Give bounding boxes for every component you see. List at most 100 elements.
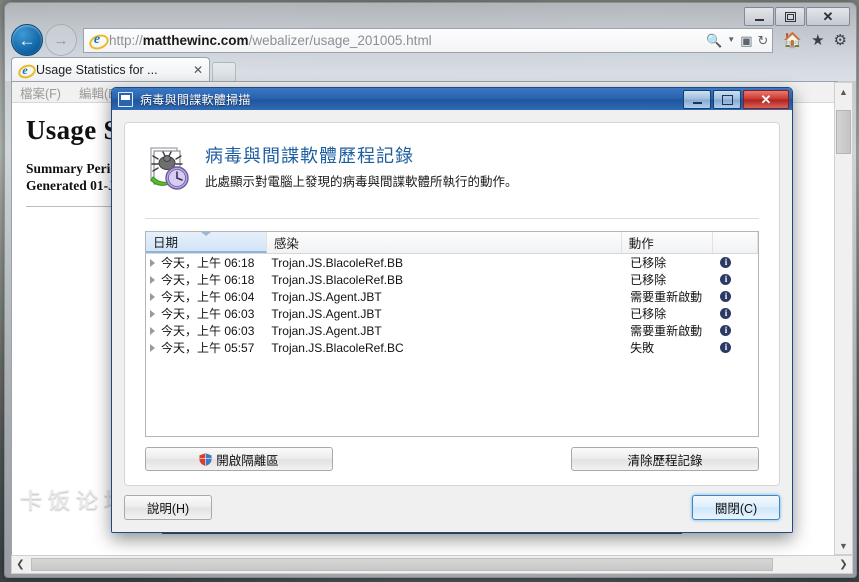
info-icon[interactable]: i	[720, 274, 732, 285]
address-bar-row: ← → e http://matthewinc.com/webalizer/us…	[5, 23, 856, 57]
help-button[interactable]: 說明(H)	[124, 495, 212, 520]
cell-date-label: 今天，上午 06:03	[161, 307, 255, 321]
cell-action: 已移除	[630, 307, 667, 321]
listview-rows: 今天，上午 06:18 Trojan.JS.BlacoleRef.BB 已移除 i 今天…	[146, 254, 758, 356]
expand-triangle-icon[interactable]	[150, 292, 155, 301]
expand-triangle-icon[interactable]	[150, 258, 155, 267]
minimize-icon	[692, 101, 702, 104]
forward-arrow-icon: →	[53, 31, 69, 49]
cell-infection: Trojan.JS.Agent.JBT	[271, 289, 382, 304]
dialog-minimize-button[interactable]	[683, 90, 711, 109]
back-button[interactable]: ←	[11, 24, 43, 56]
close-icon: ✕	[822, 9, 834, 24]
new-tab-button[interactable]	[212, 62, 236, 81]
cell-date: 今天，上午 06:18	[146, 271, 264, 288]
tab-favicon-icon: e	[16, 61, 38, 81]
compatibility-view-icon[interactable]: ▣	[740, 34, 752, 47]
tab-close-icon[interactable]: ✕	[193, 63, 203, 77]
browser-toolbar-icons: 🏠 ★ ⚙	[773, 33, 856, 48]
address-url-text: http://matthewinc.com/webalizer/usage_20…	[109, 32, 432, 48]
ie-logo-icon: e	[87, 32, 111, 52]
expand-triangle-icon[interactable]	[150, 309, 155, 318]
cell-date-label: 今天，上午 06:18	[161, 256, 255, 270]
column-header-info[interactable]	[713, 232, 758, 253]
open-quarantine-button[interactable]: 開啟隔離區	[145, 447, 333, 471]
search-icon[interactable]: 🔍	[706, 34, 722, 47]
panel-header: 病毒與間諜軟體歷程記錄 此處顯示對電腦上發現的病毒與間諜軟體所執行的動作。	[125, 123, 779, 191]
minimize-button[interactable]	[744, 7, 774, 26]
scroll-down-button[interactable]: ▼	[835, 537, 852, 554]
maximize-icon	[784, 11, 796, 22]
history-listview[interactable]: 日期 感染 動作 今天，上午 06:18 Trojan.JS.BlacoleRef…	[145, 231, 759, 437]
cell-action: 已移除	[630, 256, 667, 270]
info-icon[interactable]: i	[720, 325, 732, 336]
info-icon[interactable]: i	[720, 257, 732, 268]
maximize-button[interactable]	[775, 7, 805, 26]
star-icon[interactable]: ★	[811, 33, 824, 48]
horizontal-scroll-track[interactable]	[29, 557, 835, 572]
chevron-left-icon: ❮	[16, 559, 25, 570]
table-row[interactable]: 今天，上午 06:03 Trojan.JS.Agent.JBT 已移除 i	[146, 305, 758, 322]
table-row[interactable]: 今天，上午 06:18 Trojan.JS.BlacoleRef.BB 已移除 i	[146, 254, 758, 271]
address-bar-icons: 🔍 ▼ ▣ ↻	[706, 34, 768, 47]
address-input[interactable]: e http://matthewinc.com/webalizer/usage_…	[83, 27, 774, 53]
column-header-infection[interactable]: 感染	[267, 232, 622, 253]
table-row[interactable]: 今天，上午 06:03 Trojan.JS.Agent.JBT 需要重新啟動 i	[146, 322, 758, 339]
close-icon: ✕	[760, 92, 772, 107]
virus-history-icon	[145, 145, 191, 191]
close-dialog-label: 關閉(C)	[714, 502, 758, 516]
info-icon[interactable]: i	[720, 308, 732, 319]
close-dialog-button[interactable]: 關閉(C)	[692, 495, 780, 520]
cell-date-label: 今天，上午 06:18	[161, 273, 255, 287]
expand-triangle-icon[interactable]	[150, 343, 155, 352]
horizontal-scrollbar[interactable]: ❮ ❯	[11, 555, 853, 574]
column-header-infection-label: 感染	[273, 237, 299, 251]
scroll-up-button[interactable]: ▲	[835, 83, 852, 100]
table-row[interactable]: 今天，上午 06:04 Trojan.JS.Agent.JBT 需要重新啟動 i	[146, 288, 758, 305]
cell-date: 今天，上午 05:57	[146, 339, 264, 356]
column-header-action-label: 動作	[628, 237, 654, 251]
expand-triangle-icon[interactable]	[150, 275, 155, 284]
cell-info: i	[714, 274, 758, 285]
close-button[interactable]: ✕	[806, 7, 850, 26]
vertical-scroll-thumb[interactable]	[836, 110, 851, 154]
info-icon[interactable]: i	[720, 342, 732, 353]
sort-descending-icon	[200, 232, 211, 236]
dialog-close-button[interactable]: ✕	[743, 90, 789, 109]
dialog-titlebar[interactable]: 病毒與間諜軟體掃描 ✕	[112, 88, 792, 111]
dialog-maximize-button[interactable]	[713, 90, 741, 109]
chevron-right-icon: ❯	[839, 559, 848, 570]
gear-icon[interactable]: ⚙	[834, 33, 847, 48]
chevron-down-icon: ▼	[839, 540, 848, 551]
forward-button[interactable]: →	[45, 24, 77, 56]
open-quarantine-label: 開啟隔離區	[216, 453, 279, 468]
cell-date: 今天，上午 06:03	[146, 322, 264, 339]
table-row[interactable]: 今天，上午 06:18 Trojan.JS.BlacoleRef.BB 已移除 i	[146, 271, 758, 288]
internet-explorer-window: ✕ ← → e http://matthewinc.com/webalizer/…	[4, 2, 857, 578]
menu-item-file[interactable]: 檔案(F)	[20, 83, 61, 102]
window-controls: ✕	[744, 7, 850, 26]
vertical-scrollbar[interactable]: ▲ ▼	[834, 82, 853, 555]
maximize-icon	[721, 94, 733, 105]
vertical-scroll-track[interactable]	[835, 100, 852, 537]
cell-info: i	[714, 291, 758, 302]
info-icon[interactable]: i	[720, 291, 732, 302]
home-icon[interactable]: 🏠	[783, 33, 802, 48]
clear-history-button[interactable]: 清除歷程記錄	[571, 447, 759, 471]
cell-infection: Trojan.JS.Agent.JBT	[271, 323, 382, 338]
scroll-right-button[interactable]: ❯	[835, 557, 852, 572]
tab-usage-statistics[interactable]: e Usage Statistics for ... ✕	[11, 57, 210, 81]
column-header-action[interactable]: 動作	[622, 232, 713, 253]
horizontal-scroll-thumb[interactable]	[31, 558, 773, 571]
column-header-date[interactable]: 日期	[146, 232, 267, 253]
refresh-icon[interactable]: ↻	[758, 34, 769, 47]
cell-infection: Trojan.JS.BlacoleRef.BB	[271, 272, 404, 287]
dialog-body: 病毒與間諜軟體歷程記錄 此處顯示對電腦上發現的病毒與間諜軟體所執行的動作。 日期…	[112, 110, 792, 532]
table-row[interactable]: 今天，上午 05:57 Trojan.JS.BlacoleRef.BC 失敗 i	[146, 339, 758, 356]
scroll-left-button[interactable]: ❮	[12, 557, 29, 572]
chevron-down-icon[interactable]: ▼	[727, 36, 735, 44]
help-button-label: 說明(H)	[146, 502, 190, 516]
column-header-date-label: 日期	[153, 236, 179, 250]
back-arrow-icon: ←	[18, 30, 36, 50]
expand-triangle-icon[interactable]	[150, 326, 155, 335]
